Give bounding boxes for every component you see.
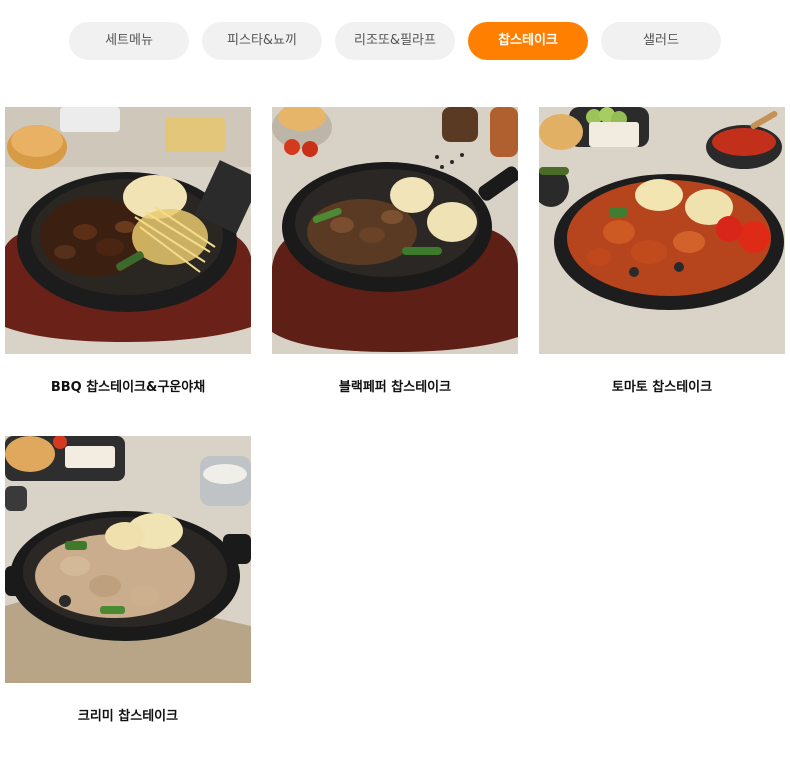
menu-card-black-pepper[interactable]: 블랙페퍼 찹스테이크 — [272, 107, 518, 436]
category-tabs: 세트메뉴 피스타&뇨끼 리조또&필라프 찹스테이크 샐러드 — [0, 22, 790, 60]
menu-photo-tomato — [539, 107, 785, 354]
tab-risotto-pilaf[interactable]: 리조또&필라프 — [335, 22, 455, 60]
tab-pasta-gnocchi[interactable]: 피스타&뇨끼 — [202, 22, 322, 60]
menu-photo-black-pepper — [272, 107, 518, 354]
menu-photo-bbq — [5, 107, 251, 354]
menu-grid: BBQ 찹스테이크&구운야채 블랙페퍼 찹스테이크 토마토 찹스테이크 크리미 … — [5, 107, 785, 765]
menu-card-tomato[interactable]: 토마토 찹스테이크 — [539, 107, 785, 436]
menu-name: 크리미 찹스테이크 — [77, 709, 179, 724]
menu-name: 블랙페퍼 찹스테이크 — [338, 380, 452, 395]
tab-salad[interactable]: 샐러드 — [601, 22, 721, 60]
menu-name: 토마토 찹스테이크 — [611, 380, 713, 395]
tab-chop-steak[interactable]: 찹스테이크 — [468, 22, 588, 60]
menu-card-creamy[interactable]: 크리미 찹스테이크 — [5, 436, 251, 765]
tab-set-menu[interactable]: 세트메뉴 — [69, 22, 189, 60]
menu-card-bbq[interactable]: BBQ 찹스테이크&구운야채 — [5, 107, 251, 436]
menu-photo-creamy — [5, 436, 251, 683]
menu-name: BBQ 찹스테이크&구운야채 — [50, 380, 206, 395]
